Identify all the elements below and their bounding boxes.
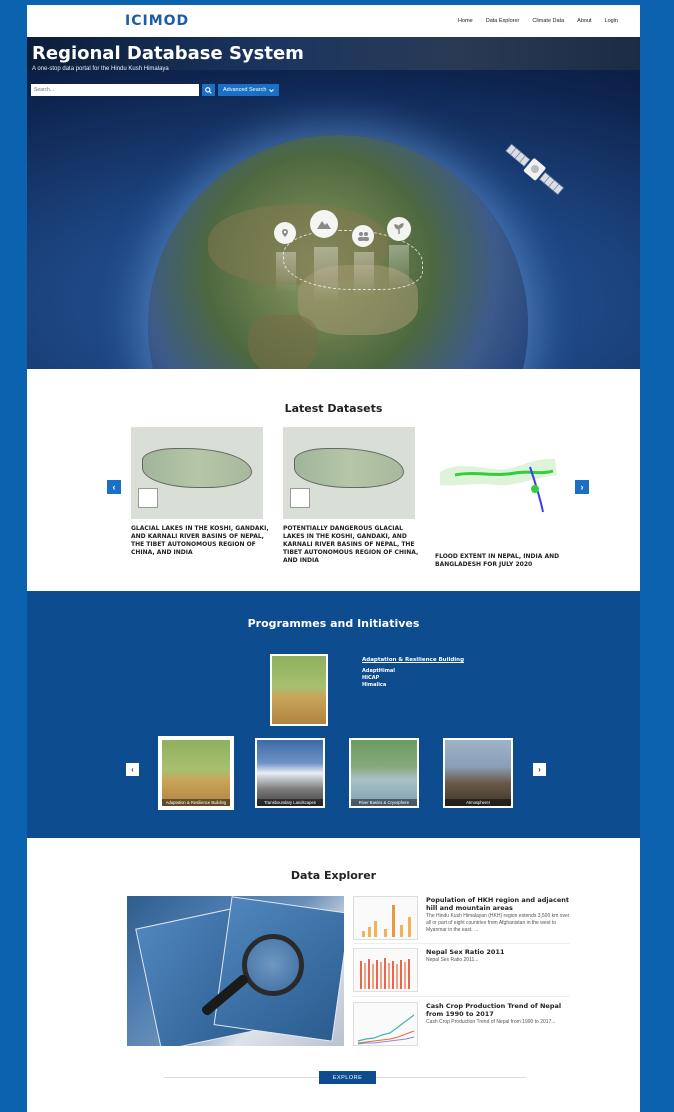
dataset-card-title: POTENTIALLY DANGEROUS GLACIAL LAKES IN T…	[283, 525, 419, 565]
light-beam	[354, 252, 374, 297]
navbar: ICIMOD Home Data Explorer Climate Data A…	[27, 5, 640, 37]
dataset-card-title: GLACIAL LAKES IN THE KOSHI, GANDAKI, AND…	[131, 525, 269, 557]
bar-chart-graphic	[360, 958, 410, 989]
chevron-right-icon: ›	[538, 765, 541, 774]
programmes-section: Programmes and Initiatives Adaptation & …	[27, 591, 640, 838]
programme-links: Adaptation & Resilience Building AdaptHi…	[362, 657, 464, 688]
dataset-card[interactable]: GLACIAL LAKES IN THE KOSHI, GANDAKI, AND…	[131, 427, 270, 557]
explorer-item-desc: The Hindu Kush Himalayan (HKH) region ex…	[426, 913, 570, 933]
explorer-item-title: Nepal Sex Ratio 2011	[426, 948, 505, 956]
programmes-prev-button[interactable]: ‹	[126, 763, 139, 776]
latest-datasets-title: Latest Datasets	[284, 402, 383, 415]
sex-ratio-chart-thumbnail	[353, 948, 418, 992]
programme-sub-link[interactable]: AdaptHimal	[362, 668, 464, 675]
programme-thumb-caption: Transboundary Landscapes	[257, 798, 323, 806]
nav-links: Home Data Explorer Climate Data About Lo…	[458, 18, 618, 24]
location-pin-icon[interactable]	[274, 222, 296, 244]
explorer-item-title: Population of HKH region and adjacent hi…	[426, 896, 569, 913]
explorer-item-title: Cash Crop Production Trend of Nepal from…	[426, 1002, 562, 1019]
chevron-left-icon: ‹	[131, 765, 134, 774]
programme-thumb[interactable]: Adaptation & Resilience Building	[158, 736, 234, 810]
page: ICIMOD Home Data Explorer Climate Data A…	[27, 5, 640, 1112]
flood-extent-graphic	[440, 458, 557, 513]
flood-map-thumbnail	[435, 427, 567, 519]
mountain-icon[interactable]	[310, 210, 338, 238]
data-explorer-image	[127, 896, 344, 1046]
magnifying-glass-icon	[242, 934, 304, 996]
hero-subtitle: A one-stop data portal for the Hindu Kus…	[32, 66, 169, 72]
light-beam	[314, 247, 338, 302]
explorer-item[interactable]: Nepal Sex Ratio 2011 Nepal Sex Ratio 201…	[353, 948, 570, 992]
search-row: Advanced Search	[31, 84, 280, 96]
programme-thumb[interactable]: AtmosphereI	[443, 738, 513, 808]
dataset-map-thumbnail	[283, 427, 415, 519]
programme-thumb-photo	[445, 740, 511, 806]
icimod-logo[interactable]: ICIMOD	[125, 13, 189, 29]
data-explorer-section: Data Explorer Population of HKH region a…	[27, 838, 640, 1108]
programme-main-link[interactable]: Adaptation & Resilience Building	[362, 657, 464, 663]
dataset-card-title: FLOOD EXTENT IN NEPAL, INDIA AND BANGLAD…	[435, 553, 560, 569]
dataset-card[interactable]: POTENTIALLY DANGEROUS GLACIAL LAKES IN T…	[283, 427, 422, 565]
programme-thumb-photo	[162, 740, 230, 806]
nav-climate-data[interactable]: Climate Data	[532, 18, 564, 24]
landmass	[248, 315, 318, 369]
explorer-item[interactable]: Population of HKH region and adjacent hi…	[353, 896, 570, 940]
programme-thumb-caption: Adaptation & Resilience Building	[162, 798, 230, 806]
search-input[interactable]	[31, 84, 199, 96]
people-icon[interactable]	[352, 225, 374, 247]
programme-sub-link[interactable]: Himalica	[362, 682, 464, 689]
satellite-icon	[505, 143, 565, 196]
programme-thumb-caption: AtmosphereI	[445, 798, 511, 806]
search-icon	[205, 86, 212, 94]
explorer-item[interactable]: Cash Crop Production Trend of Nepal from…	[353, 1002, 570, 1046]
chevron-left-icon: ‹	[112, 482, 116, 492]
latest-datasets-section: Latest Datasets ‹ › GLACIAL LAKES IN THE…	[27, 369, 640, 591]
map-region	[294, 448, 404, 488]
programme-featured-image[interactable]	[270, 654, 328, 726]
map-legend-box	[290, 488, 310, 508]
chevron-down-icon	[269, 88, 275, 92]
map-region	[142, 448, 252, 488]
nav-data-explorer[interactable]: Data Explorer	[486, 18, 520, 24]
dataset-map-thumbnail	[131, 427, 263, 519]
advanced-search-button[interactable]: Advanced Search	[218, 84, 280, 96]
explore-button[interactable]: EXPLORE	[319, 1071, 376, 1084]
divider	[353, 943, 570, 944]
programme-thumb[interactable]: Transboundary Landscapes	[255, 738, 325, 808]
explorer-item-desc: Cash Crop Production Trend of Nepal from…	[426, 1019, 556, 1026]
programme-thumb-photo	[351, 740, 417, 806]
chevron-right-icon: ›	[580, 482, 584, 492]
datasets-next-button[interactable]: ›	[575, 480, 589, 494]
advanced-search-label: Advanced Search	[223, 87, 267, 93]
nav-login[interactable]: Login	[605, 18, 618, 24]
bar-chart-graphic	[362, 905, 411, 937]
divider	[353, 996, 570, 997]
programme-thumb-caption: River Basins & Cryosphere	[351, 798, 417, 806]
programme-sub-link[interactable]: HICAP	[362, 675, 464, 682]
nav-about[interactable]: About	[577, 18, 591, 24]
light-beam	[389, 245, 409, 290]
earth-globe-image	[148, 135, 528, 369]
explorer-item-desc: Nepal Sex Ratio 2011...	[426, 957, 479, 964]
hero-banner: Regional Database System A one-stop data…	[27, 37, 640, 369]
map-legend-box	[138, 488, 158, 508]
data-explorer-title: Data Explorer	[290, 869, 377, 882]
light-beam	[276, 252, 296, 292]
population-chart-thumbnail	[353, 896, 418, 940]
line-chart-graphic	[357, 1014, 415, 1045]
programme-thumb-photo	[257, 740, 323, 806]
programmes-title: Programmes and Initiatives	[247, 617, 420, 630]
datasets-prev-button[interactable]: ‹	[107, 480, 121, 494]
nav-home[interactable]: Home	[458, 18, 473, 24]
cash-crop-chart-thumbnail	[353, 1002, 418, 1046]
dataset-card[interactable]: FLOOD EXTENT IN NEPAL, INDIA AND BANGLAD…	[435, 427, 574, 569]
search-button[interactable]	[202, 84, 215, 96]
programmes-next-button[interactable]: ›	[533, 763, 546, 776]
plant-icon[interactable]	[387, 217, 411, 241]
hero-title: Regional Database System	[32, 43, 304, 64]
programme-thumb[interactable]: River Basins & Cryosphere	[349, 738, 419, 808]
farmer-photo	[272, 656, 326, 724]
